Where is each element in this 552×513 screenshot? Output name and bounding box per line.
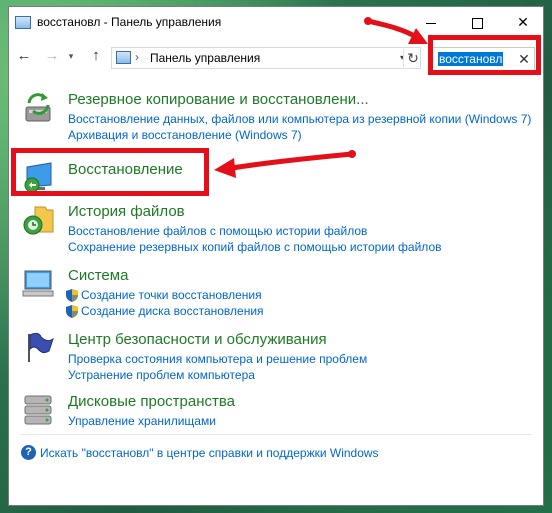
flag-icon — [28, 332, 54, 362]
breadcrumb-chevron-icon[interactable]: › — [135, 50, 139, 64]
close-icon: ✕ — [517, 14, 529, 30]
control-panel-icon — [116, 51, 131, 64]
refresh-icon: ↻ — [407, 50, 419, 66]
up-button[interactable]: ↑ — [85, 45, 107, 67]
uac-shield-icon — [66, 304, 78, 318]
minimize-button[interactable] — [409, 7, 453, 37]
refresh-button[interactable]: ↻ — [403, 49, 422, 67]
help-search-link[interactable]: ? Искать "восстановл" в центре справки и… — [21, 445, 379, 460]
result-title[interactable]: История файлов — [68, 203, 185, 220]
up-arrow-icon: ↑ — [92, 47, 100, 64]
uac-shield-icon — [66, 288, 78, 302]
forward-arrow-icon: → — [44, 47, 60, 64]
result-link[interactable]: Создание диска восстановления — [66, 303, 264, 319]
breadcrumb-control-panel[interactable]: Панель управления — [150, 51, 260, 65]
recent-locations-button[interactable]: ▾ — [63, 45, 79, 67]
control-panel-window: восстановл - Панель управления ✕ ← → ▾ ↑… — [8, 6, 544, 506]
back-arrow-icon: ← — [16, 47, 32, 64]
result-title[interactable]: Резервное копирование и восстановлени... — [68, 91, 369, 108]
back-button[interactable]: ← — [13, 45, 35, 67]
result-link[interactable]: Восстановление данных, файлов или компью… — [68, 111, 531, 127]
system-icon — [22, 270, 54, 297]
result-link[interactable]: Управление хранилищами — [68, 413, 216, 429]
file-history-icon — [23, 206, 54, 235]
chevron-down-icon: ▾ — [68, 51, 74, 61]
result-link[interactable]: Устранение проблем компьютера — [68, 367, 367, 383]
result-title[interactable]: Система — [68, 267, 128, 284]
search-highlight-box — [428, 35, 541, 75]
forward-button[interactable]: → — [41, 45, 63, 67]
result-link-text[interactable]: Создание точки восстановления — [81, 287, 262, 303]
results-list: Резервное копирование и восстановлени...… — [9, 79, 543, 505]
address-bar[interactable]: › Панель управления ▾ — [111, 47, 421, 69]
result-link[interactable]: Создание точки восстановления — [66, 287, 264, 303]
result-title[interactable]: Дисковые пространства — [68, 393, 235, 410]
result-link[interactable]: Восстановление файлов с помощью истории … — [68, 223, 442, 239]
window-title: восстановл - Панель управления — [37, 15, 222, 29]
maximize-icon — [471, 17, 483, 29]
help-search-text[interactable]: Искать "восстановл" в центре справки и п… — [40, 446, 379, 460]
result-title[interactable]: Центр безопасности и обслуживания — [68, 331, 327, 348]
result-link[interactable]: Архивация и восстановление (Windows 7) — [68, 127, 531, 143]
divider — [21, 434, 531, 435]
storage-spaces-icon — [24, 395, 52, 425]
close-button[interactable]: ✕ — [501, 7, 545, 37]
backup-restore-icon — [25, 93, 51, 122]
result-link-text[interactable]: Создание диска восстановления — [81, 303, 264, 319]
maximize-button[interactable] — [455, 7, 499, 37]
recovery-highlight-box — [11, 148, 209, 196]
result-link[interactable]: Проверка состояния компьютера и решение … — [68, 351, 367, 367]
help-icon: ? — [21, 445, 36, 460]
control-panel-icon — [15, 16, 31, 29]
result-link[interactable]: Сохранение резервных копий файлов с помо… — [68, 239, 442, 255]
minimize-icon — [426, 22, 436, 24]
